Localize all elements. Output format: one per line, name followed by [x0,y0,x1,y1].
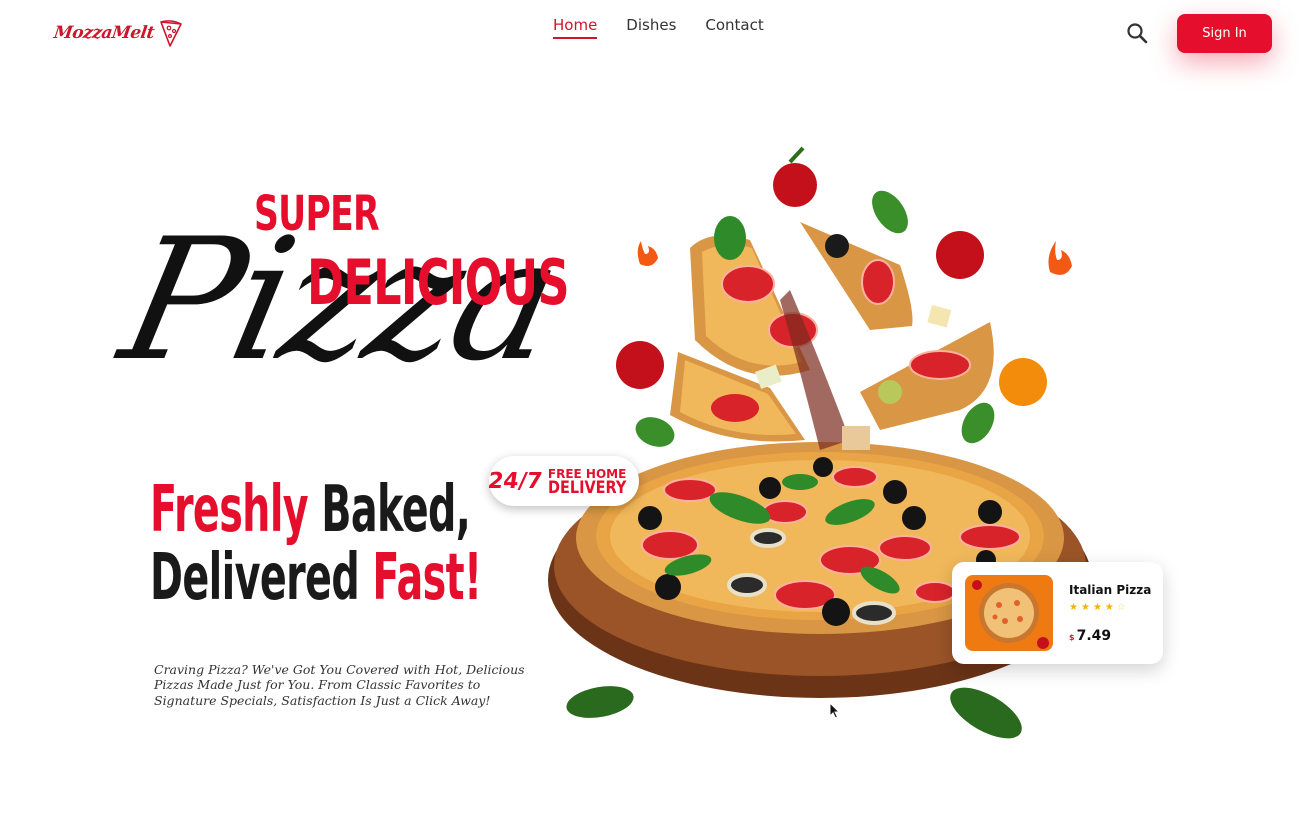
pizza-hero-image [548,146,1092,739]
hero-super: SUPER [254,186,380,242]
tagline-freshly: Freshly [150,473,309,547]
sign-in-button[interactable]: Sign In [1177,14,1272,53]
mouse-cursor-icon [829,702,841,719]
brand-logo[interactable]: MozzaMelt [52,18,184,48]
nav-home[interactable]: Home [553,16,598,39]
hero-delicious: DELICIOUS [307,246,570,319]
nav-contact[interactable]: Contact [705,16,763,39]
tagline-fast: Fast! [372,541,482,615]
main-nav: Home Dishes Contact [553,16,764,39]
price-value: 7.49 [1076,628,1112,644]
product-card[interactable]: Italian Pizza ★★★★☆ $7.49 [952,562,1163,664]
product-rating: ★★★★☆ [1069,602,1129,613]
star-icon: ★ [1104,602,1117,613]
search-icon [1127,23,1148,44]
hero-tagline: Freshly Baked, Delivered Fast! [150,473,482,615]
nav-dishes[interactable]: Dishes [626,16,676,39]
product-price: $7.49 [1069,628,1111,644]
badge-hours: 24/7 [486,468,544,494]
product-name: Italian Pizza [1069,583,1152,597]
tagline-baked: Baked, [308,473,471,547]
product-image [965,575,1053,651]
star-icon: ★ [1080,602,1093,613]
price-currency: $ [1069,633,1075,642]
search-button[interactable] [1124,20,1150,46]
star-outline-icon: ☆ [1116,602,1129,613]
badge-text: FREE HOME DELIVERY [547,467,640,498]
brand-name: MozzaMelt [52,23,156,43]
pizza-slice-icon [160,20,182,47]
star-icon: ★ [1092,602,1105,613]
star-icon: ★ [1069,602,1081,613]
tagline-delivered: Delivered [150,541,373,615]
hero-description: Craving Pizza? We've Got You Covered wit… [154,661,525,708]
badge-line2: DELIVERY [547,478,627,498]
free-delivery-badge: 24/7 FREE HOME DELIVERY [486,456,640,506]
